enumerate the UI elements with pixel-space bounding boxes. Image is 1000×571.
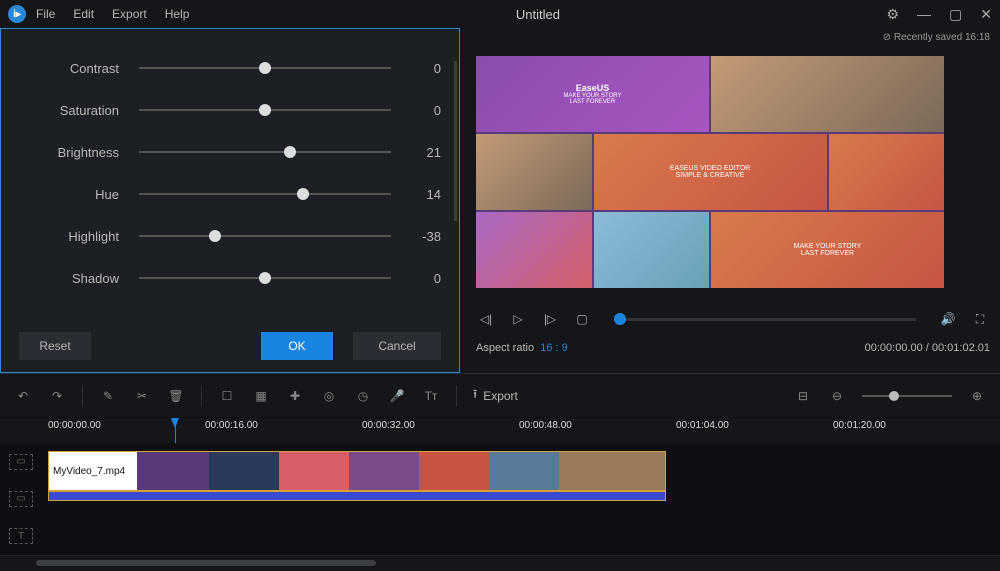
clip-name: MyVideo_7.mp4 (49, 466, 125, 477)
shadow-slider[interactable] (139, 270, 391, 286)
split-icon[interactable]: ✂ (133, 387, 151, 405)
preview-tile: MAKE YOUR STORY LAST FOREVER (711, 212, 944, 288)
edit-tool-icon[interactable]: ✎ (99, 387, 117, 405)
text-track-handle-icon[interactable]: T (9, 528, 33, 544)
progress-slider[interactable] (614, 318, 916, 321)
ruler-tick: 00:01:04.00 (676, 420, 729, 431)
stop-icon[interactable]: ▢ (572, 309, 592, 329)
menu-edit[interactable]: Edit (73, 7, 94, 21)
window-controls: ⚙ — ▢ ✕ (886, 6, 992, 23)
timeline-ruler[interactable]: 00:00:00.00 00:00:16.00 00:00:32.00 00:0… (0, 417, 1000, 443)
zoom-tool-icon[interactable]: ◎ (320, 387, 338, 405)
preview-tile (711, 56, 944, 132)
duration-icon[interactable]: ◷ (354, 387, 372, 405)
preview-viewport: EaseUS MAKE YOUR STORY LAST FOREVER EASE… (476, 56, 944, 288)
export-icon: ⭱ (473, 385, 477, 406)
contrast-label: Contrast (19, 61, 139, 76)
highlight-value: -38 (391, 229, 441, 244)
brightness-slider[interactable] (139, 144, 391, 160)
preview-tile (476, 212, 592, 288)
hue-label: Hue (19, 187, 139, 202)
ruler-tick: 00:00:00.00 (48, 420, 101, 431)
delete-icon[interactable]: 🗑 (167, 387, 185, 405)
undo-icon[interactable]: ↶ (14, 387, 32, 405)
zoom-out-icon[interactable]: ⊖ (828, 387, 846, 405)
highlight-slider[interactable] (139, 228, 391, 244)
menu-file[interactable]: File (36, 7, 55, 21)
highlight-label: Highlight (19, 229, 139, 244)
ruler-tick: 00:00:32.00 (362, 420, 415, 431)
panel-scrollbar[interactable] (454, 61, 457, 221)
aspect-value[interactable]: 16 : 9 (540, 342, 568, 354)
preview-tile: EaseUS MAKE YOUR STORY LAST FOREVER (476, 56, 709, 132)
saved-status: ⊘ Recently saved 16:18 (883, 32, 990, 50)
reset-button[interactable]: Reset (19, 332, 91, 360)
text-speech-icon[interactable]: Tᴛ (422, 387, 440, 405)
zoom-slider[interactable] (862, 395, 952, 397)
ok-button[interactable]: OK (261, 332, 333, 360)
transport-controls: ◁| ▷ |▷ ▢ 🔊 ⛶ (476, 302, 990, 336)
shadow-label: Shadow (19, 271, 139, 286)
settings-icon[interactable]: ⚙ (886, 6, 899, 23)
menu-export[interactable]: Export (112, 7, 147, 21)
preview-tile (594, 212, 710, 288)
cancel-button[interactable]: Cancel (353, 332, 441, 360)
saturation-slider[interactable] (139, 102, 391, 118)
mosaic-icon[interactable]: ▦ (252, 387, 270, 405)
volume-icon[interactable]: 🔊 (938, 309, 958, 329)
hue-value: 14 (391, 187, 441, 202)
adjust-panel: Contrast 0 Saturation 0 Brightness 21 Hu… (0, 28, 460, 373)
audio-clip[interactable] (48, 491, 666, 501)
minimize-icon[interactable]: — (917, 6, 931, 23)
maximize-icon[interactable]: ▢ (949, 6, 962, 23)
ruler-tick: 00:00:16.00 (205, 420, 258, 431)
brightness-value: 21 (391, 145, 441, 160)
contrast-slider[interactable] (139, 60, 391, 76)
overlay-track-handle-icon[interactable]: ▭ (9, 491, 33, 507)
titlebar: i▸ File Edit Export Help Untitled ⚙ — ▢ … (0, 0, 1000, 28)
ruler-tick: 00:01:20.00 (833, 420, 886, 431)
fullscreen-icon[interactable]: ⛶ (970, 309, 990, 329)
shadow-value: 0 (391, 271, 441, 286)
aspect-label: Aspect ratio (476, 342, 534, 354)
next-frame-icon[interactable]: |▷ (540, 309, 560, 329)
export-button[interactable]: ⭱ Export (473, 385, 518, 406)
saturation-value: 0 (391, 103, 441, 118)
menu-help[interactable]: Help (165, 7, 190, 21)
window-title: Untitled (189, 7, 886, 22)
zoom-fit-icon[interactable]: ⊟ (794, 387, 812, 405)
saturation-label: Saturation (19, 103, 139, 118)
hue-slider[interactable] (139, 186, 391, 202)
prev-frame-icon[interactable]: ◁| (476, 309, 496, 329)
preview-tile (476, 134, 592, 210)
ruler-tick: 00:00:48.00 (519, 420, 572, 431)
crop-icon[interactable]: ☐ (218, 387, 236, 405)
timeline-tracks: ▭ ▭ T MyVideo_7.mp4 (0, 443, 1000, 555)
preview-column: ⊘ Recently saved 16:18 EaseUS MAKE YOUR … (460, 28, 1000, 373)
app-logo-icon: i▸ (8, 5, 26, 23)
freeze-icon[interactable]: ✚ (286, 387, 304, 405)
play-icon[interactable]: ▷ (508, 309, 528, 329)
timeline-toolbar: ↶ ↷ ✎ ✂ 🗑 ☐ ▦ ✚ ◎ ◷ 🎤 Tᴛ ⭱ Export ⊟ ⊖ ⊕ (0, 373, 1000, 417)
preview-tile (829, 134, 945, 210)
redo-icon[interactable]: ↷ (48, 387, 66, 405)
contrast-value: 0 (391, 61, 441, 76)
video-clip[interactable]: MyVideo_7.mp4 (48, 451, 666, 491)
brightness-label: Brightness (19, 145, 139, 160)
main-menu: File Edit Export Help (36, 7, 189, 21)
video-track-handle-icon[interactable]: ▭ (9, 454, 33, 470)
close-icon[interactable]: ✕ (980, 6, 992, 23)
zoom-in-icon[interactable]: ⊕ (968, 387, 986, 405)
timeline-scrollbar[interactable] (0, 555, 1000, 571)
voiceover-icon[interactable]: 🎤 (388, 387, 406, 405)
time-display: 00:00:00.00 / 00:01:02.01 (865, 342, 990, 354)
preview-tile: EASEUS VIDEO EDITOR SIMPLE & CREATIVE (594, 134, 827, 210)
